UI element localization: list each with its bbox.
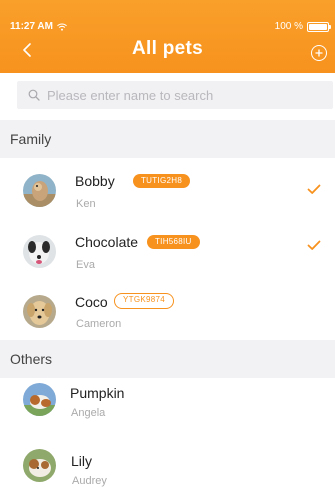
pet-owner: Cameron: [76, 318, 122, 330]
status-time-label: 11:27 AM: [10, 21, 53, 32]
pet-row-pumpkin[interactable]: Pumpkin Angela: [0, 378, 335, 445]
wifi-icon: [57, 23, 67, 31]
pet-name: Lily: [71, 453, 93, 469]
battery-percentage: 100 %: [274, 21, 303, 32]
pet-owner: Audrey: [72, 475, 107, 487]
checkmark-icon: [307, 240, 321, 250]
battery-level: [309, 23, 327, 30]
status-time: 11:27 AM: [10, 21, 67, 32]
pet-owner: Eva: [76, 259, 95, 271]
pet-avatar: [23, 295, 56, 328]
search-bar[interactable]: [17, 81, 333, 109]
pet-owner: Angela: [71, 407, 106, 419]
search-input[interactable]: [45, 86, 319, 104]
section-header-others: Others: [0, 340, 335, 378]
pet-name: Coco: [75, 294, 108, 310]
pet-row-lily[interactable]: Lily Audrey: [0, 444, 335, 495]
pet-name: Bobby: [75, 173, 115, 189]
section-header-family: Family: [0, 120, 335, 158]
search-icon: [28, 89, 40, 101]
battery-icon: [307, 21, 331, 32]
pet-code-badge: YTGK9874: [114, 293, 174, 309]
pet-owner: Ken: [76, 198, 96, 210]
checkmark-icon: [307, 184, 321, 194]
pet-row-chocolate[interactable]: Chocolate TIH568IU Eva: [0, 224, 335, 291]
nav-bar: 11:27 AM 100 % All pets: [0, 0, 335, 73]
pet-name: Pumpkin: [70, 385, 125, 401]
pet-name: Chocolate: [75, 234, 139, 250]
pet-code-badge: TIH568IU: [147, 235, 200, 249]
pet-avatar: [23, 383, 56, 416]
add-pet-button[interactable]: [311, 45, 327, 61]
pet-row-coco[interactable]: Coco YTGK9874 Cameron: [0, 290, 335, 340]
page-title: All pets: [131, 38, 204, 59]
pet-avatar: [23, 235, 56, 268]
pet-avatar: [23, 449, 56, 482]
pet-row-bobby[interactable]: Bobby TUTIG2H8 Ken: [0, 158, 335, 225]
pet-avatar: [23, 174, 56, 207]
search-area: [0, 73, 335, 116]
pet-code-badge: TUTIG2H8: [133, 174, 191, 188]
plus-icon: [315, 49, 323, 57]
status-battery: 100 %: [274, 21, 331, 32]
